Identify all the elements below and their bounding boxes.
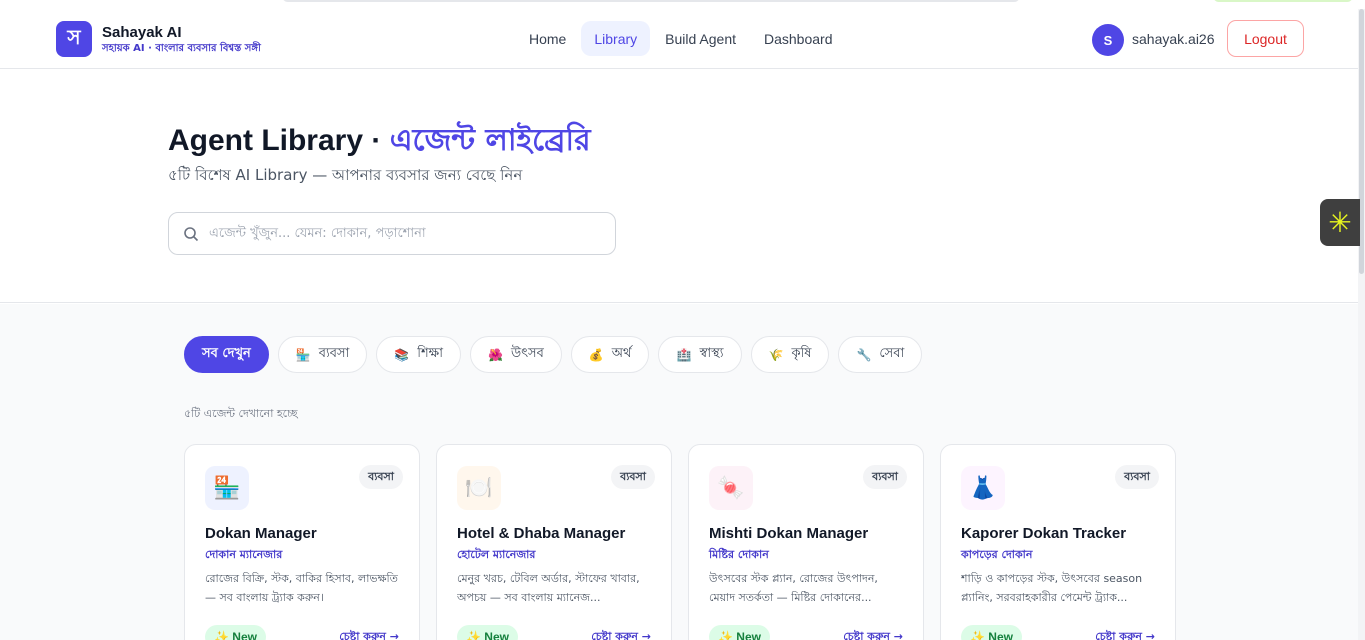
brand-tagline: সহায়ক AI · বাংলার ব্যবসার বিশ্বস্ত সঙ্গ… [102, 43, 261, 54]
filter-service-label: সেবা [879, 346, 905, 361]
filter-all[interactable]: সব দেখুন [184, 336, 269, 373]
agent-description: শাড়ি ও কাপড়ের স্টক, উৎসবের season প্ল্… [961, 572, 1143, 604]
money-bag-icon: 💰 [588, 347, 604, 362]
page-title-bn: এজেন্ট লাইব্রেরি [389, 123, 591, 158]
shop-icon: 🏪 [205, 466, 249, 510]
search-box [168, 212, 616, 255]
filter-business[interactable]: 🏪 ব্যবসা [277, 336, 368, 373]
category-filters: সব দেখুন 🏪 ব্যবসা 📚 শিক্ষা 🌺 উৎসব 💰 অর্থ 🏥 স্… [184, 336, 931, 373]
filter-finance[interactable]: 💰 অর্থ [570, 336, 650, 373]
filter-all-label: সব দেখুন [202, 346, 251, 361]
page-title: Agent Library · এজেন্ট লাইব্রেরি [168, 116, 591, 167]
candy-icon: 🍬 [709, 466, 753, 510]
brand-name[interactable]: Sahayak AI [102, 24, 182, 41]
nav-library[interactable]: Library [581, 21, 651, 56]
search-icon [184, 227, 199, 242]
hospital-icon: 🏥 [676, 347, 692, 362]
page-scrollbar[interactable] [1358, 9, 1365, 640]
new-badge: ✨ New [961, 625, 1022, 640]
try-agent-link[interactable]: চেষ্টা করুন → [339, 628, 399, 640]
agent-title: Mishti Dokan Manager [709, 525, 869, 542]
filter-finance-label: অর্থ [611, 346, 632, 361]
filter-business-label: ব্যবসা [318, 346, 350, 361]
agent-subtitle: দোকান ম্যানেজার [205, 548, 283, 561]
new-badge: ✨ New [709, 625, 770, 640]
agent-title: Kaporer Dokan Tracker [961, 525, 1127, 542]
books-icon: 📚 [394, 347, 410, 362]
page-title-separator: · [363, 124, 390, 157]
agent-subtitle: কাপড়ের দোকান [961, 548, 1033, 561]
results-count: ৫টি এজেন্ট দেখানো হচ্ছে [184, 407, 298, 420]
dining-plate-icon: 🍽️ [457, 466, 501, 510]
filter-agriculture-label: কৃষি [791, 346, 812, 361]
wrench-icon: 🔧 [856, 347, 872, 362]
search-input[interactable] [209, 213, 609, 254]
new-badge: ✨ New [457, 625, 518, 640]
main-nav: Home Library Build Agent Dashboard [516, 21, 848, 56]
filter-festival-label: উৎসব [510, 346, 544, 361]
agent-title: Dokan Manager [205, 525, 317, 542]
nav-home[interactable]: Home [516, 21, 579, 56]
agent-subtitle: হোটেল ম্যানেজার [457, 548, 536, 561]
try-agent-link[interactable]: চেষ্টা করুন → [1095, 628, 1155, 640]
try-agent-link[interactable]: চেষ্টা করুন → [843, 628, 903, 640]
new-badge: ✨ New [205, 625, 266, 640]
category-badge: ব্যবসা [863, 465, 907, 489]
agent-card-dokan-manager[interactable]: 🏪 ব্যবসা Dokan Manager দোকান ম্যানেজার র… [184, 444, 420, 640]
agent-subtitle: মিষ্টির দোকান [709, 548, 769, 561]
agent-description: রোজের বিক্রি, স্টক, বাকির হিসাব, লাভক্ষত… [205, 572, 398, 604]
address-bar-fragment [282, 0, 1020, 2]
category-badge: ব্যবসা [359, 465, 403, 489]
dress-icon: 👗 [961, 466, 1005, 510]
category-badge: ব্যবসা [611, 465, 655, 489]
filter-education-label: শিক্ষা [417, 346, 443, 361]
user-name: sahayak.ai26 [1132, 31, 1215, 47]
browser-top-strip [0, 0, 1365, 9]
top-navbar: স Sahayak AI সহায়ক AI · বাংলার ব্যবসার … [0, 9, 1358, 69]
logout-button[interactable]: Logout [1227, 20, 1304, 57]
filter-education[interactable]: 📚 শিক্ষা [376, 336, 461, 373]
agent-title: Hotel & Dhaba Manager [457, 525, 626, 542]
agent-description: মেনুর খরচ, টেবিল অর্ডার, স্টাফের খাবার, … [457, 572, 640, 604]
logo-icon[interactable]: স [56, 21, 92, 57]
wheat-icon: 🌾 [768, 347, 784, 362]
user-avatar[interactable]: S [1092, 24, 1124, 56]
browser-extension-fragment [1213, 0, 1353, 2]
assistant-widget-icon[interactable]: ✳ [1320, 199, 1360, 246]
filter-health[interactable]: 🏥 স্বাস্থ্য [658, 336, 742, 373]
agent-card-hotel-dhaba-manager[interactable]: 🍽️ ব্যবসা Hotel & Dhaba Manager হোটেল ম্… [436, 444, 672, 640]
filter-service[interactable]: 🔧 সেবা [838, 336, 923, 373]
category-badge: ব্যবসা [1115, 465, 1159, 489]
agent-description: উৎসবের স্টক প্ল্যান, রোজের উৎপাদন, মেয়া… [709, 572, 878, 604]
flower-icon: 🌺 [487, 347, 503, 362]
page-subtitle: ৫টি বিশেষ AI Library — আপনার ব্যবসার জন্… [168, 166, 523, 184]
agent-card-mishti-dokan-manager[interactable]: 🍬 ব্যবসা Mishti Dokan Manager মিষ্টির দো… [688, 444, 924, 640]
library-hero: Agent Library · এজেন্ট লাইব্রেরি ৫টি বিশ… [0, 70, 1358, 303]
page-title-en: Agent Library [168, 124, 364, 157]
library-content: সব দেখুন 🏪 ব্যবসা 📚 শিক্ষা 🌺 উৎসব 💰 অর্থ 🏥 স্… [0, 304, 1358, 640]
nav-dashboard[interactable]: Dashboard [751, 21, 846, 56]
nav-build-agent[interactable]: Build Agent [652, 21, 749, 56]
shop-icon: 🏪 [295, 347, 311, 362]
filter-festival[interactable]: 🌺 উৎসব [469, 336, 562, 373]
filter-agriculture[interactable]: 🌾 কৃষি [750, 336, 830, 373]
try-agent-link[interactable]: চেষ্টা করুন → [591, 628, 651, 640]
filter-health-label: স্বাস্থ্য [699, 346, 724, 361]
agent-card-kaporer-dokan-tracker[interactable]: 👗 ব্যবসা Kaporer Dokan Tracker কাপড়ের দ… [940, 444, 1176, 640]
